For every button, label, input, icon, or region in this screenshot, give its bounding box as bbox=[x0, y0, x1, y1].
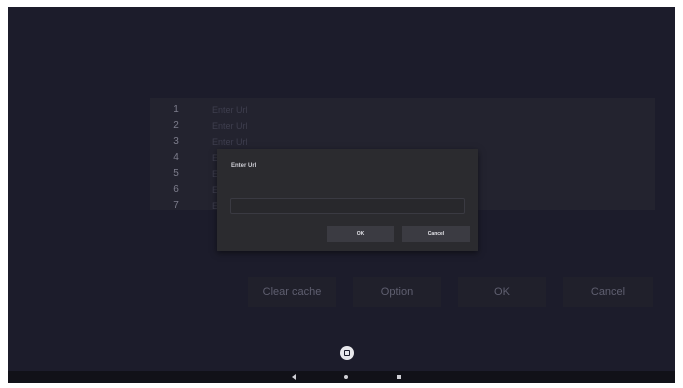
url-input[interactable] bbox=[230, 198, 465, 214]
list-item[interactable]: 1 Enter Url bbox=[150, 102, 655, 118]
home-circle-icon[interactable] bbox=[340, 346, 354, 360]
dialog-ok-button[interactable]: OK bbox=[327, 226, 394, 242]
home-circle-inner bbox=[344, 350, 350, 356]
option-button[interactable]: Option bbox=[353, 277, 441, 307]
home-icon[interactable] bbox=[344, 375, 348, 379]
url-index: 2 bbox=[173, 120, 179, 131]
recents-icon[interactable] bbox=[397, 375, 401, 379]
tv-screen: 1 Enter Url 2 Enter Url 3 Enter Url 4 E … bbox=[8, 7, 675, 383]
dialog-cancel-button[interactable]: Cancel bbox=[402, 226, 470, 242]
url-index: 7 bbox=[173, 200, 179, 211]
system-navbar bbox=[8, 371, 675, 383]
url-placeholder: Enter Url bbox=[212, 105, 248, 115]
url-placeholder: Enter Url bbox=[212, 121, 248, 131]
url-index: 5 bbox=[173, 168, 179, 179]
enter-url-dialog: Enter Url OK Cancel bbox=[217, 149, 478, 251]
url-placeholder: Enter Url bbox=[212, 137, 248, 147]
list-item[interactable]: 2 Enter Url bbox=[150, 118, 655, 134]
list-item[interactable]: 3 Enter Url bbox=[150, 134, 655, 150]
back-icon[interactable] bbox=[292, 374, 296, 380]
url-index: 1 bbox=[173, 104, 179, 115]
cancel-button[interactable]: Cancel bbox=[563, 277, 653, 307]
dialog-title: Enter Url bbox=[231, 163, 257, 169]
clear-cache-button[interactable]: Clear cache bbox=[248, 277, 336, 307]
url-index: 4 bbox=[173, 152, 179, 163]
url-index: 6 bbox=[173, 184, 179, 195]
url-index: 3 bbox=[173, 136, 179, 147]
ok-button[interactable]: OK bbox=[458, 277, 546, 307]
